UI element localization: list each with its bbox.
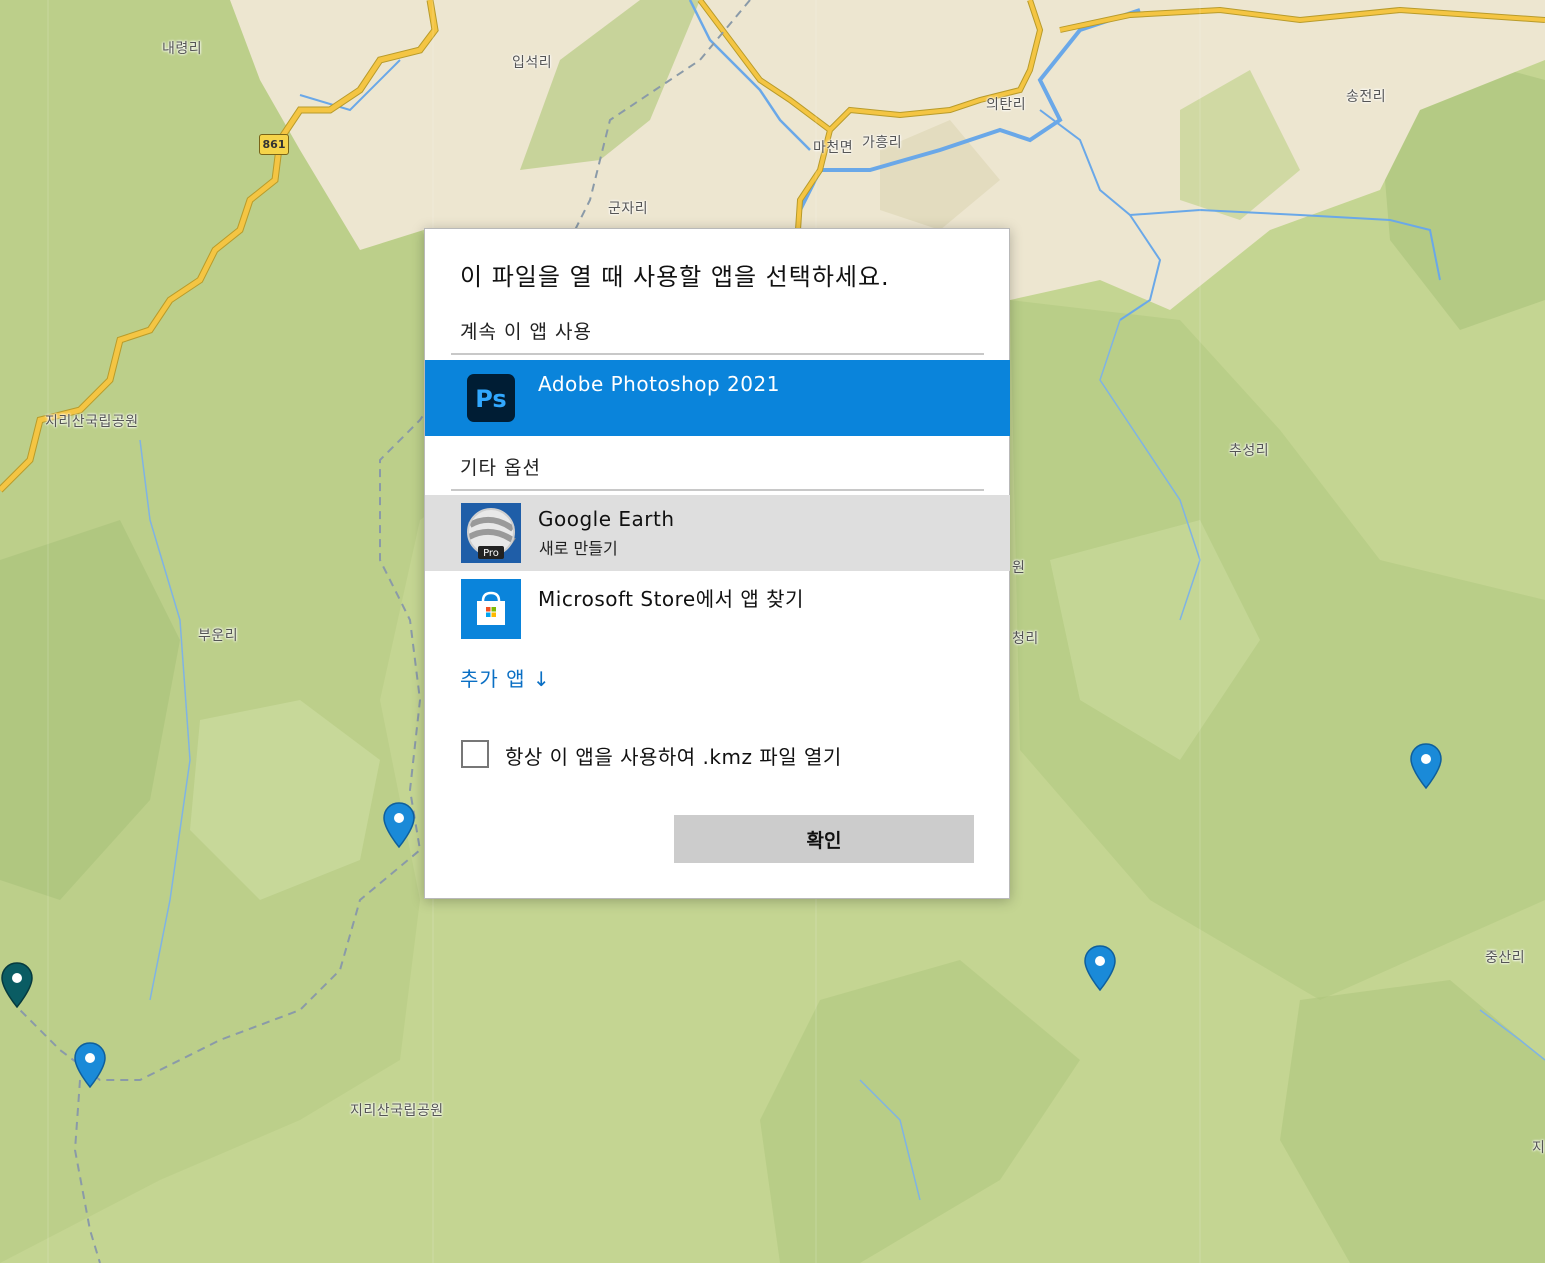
map-label-partial-cheong-ri: 청리	[1012, 631, 1039, 647]
microsoft-store-icon	[461, 579, 521, 639]
map-label-ipseok-ri: 입석리	[512, 55, 553, 71]
other-options-label: 기타 옵션	[460, 457, 541, 479]
map-label-jungsan-ri: 중산리	[1485, 950, 1526, 966]
always-use-checkbox[interactable]	[461, 740, 489, 768]
map-label-buun-ri: 부운리	[198, 628, 239, 644]
map-pin-icon[interactable]	[1083, 944, 1117, 992]
map-label-uitan-ri: 의탄리	[986, 97, 1027, 113]
map-label-edge: 지	[1532, 1140, 1545, 1156]
app-option-photoshop[interactable]: Ps Adobe Photoshop 2021	[425, 360, 1010, 436]
map-label-macheon-myeon: 마천면	[813, 140, 854, 156]
svg-text:Ps: Ps	[475, 385, 506, 413]
svg-text:Pro: Pro	[483, 548, 499, 559]
map-label-chuseong-ri: 추성리	[1229, 443, 1270, 459]
app-name: Google Earth	[538, 507, 675, 531]
map-pin-icon[interactable]	[382, 801, 416, 849]
app-option-google-earth[interactable]: Pro Google Earth 새로 만들기	[425, 495, 1010, 571]
keep-using-label: 계속 이 앱 사용	[460, 321, 592, 343]
map-label-jirisan-park-south: 지리산국립공원	[350, 1103, 444, 1119]
route-861-shield: 861	[259, 134, 289, 155]
map-pin-dark-icon[interactable]	[0, 961, 34, 1009]
map-label-jirisan-park: 지리산국립공원	[45, 414, 139, 430]
map-label-naeryeong-ri: 내령리	[162, 41, 203, 57]
ok-button[interactable]: 확인	[674, 815, 974, 863]
map-pin-icon[interactable]	[1409, 742, 1443, 790]
app-option-microsoft-store[interactable]: Microsoft Store에서 앱 찾기	[425, 571, 1010, 647]
map-label-songjeon-ri: 송전리	[1346, 89, 1387, 105]
google-earth-pro-icon: Pro	[461, 503, 521, 563]
map-label-partial-won: 원	[1012, 560, 1026, 576]
app-name: Microsoft Store에서 앱 찾기	[538, 587, 804, 611]
map-pin-icon[interactable]	[73, 1041, 107, 1089]
always-use-label[interactable]: 항상 이 앱을 사용하여 .kmz 파일 열기	[505, 741, 842, 770]
app-name: Adobe Photoshop 2021	[538, 372, 780, 396]
dialog-title: 이 파일을 열 때 사용할 앱을 선택하세요.	[460, 263, 890, 291]
map-label-gaheung-ri: 가흥리	[862, 135, 903, 151]
photoshop-icon: Ps	[461, 368, 521, 428]
map-label-gunja-ri: 군자리	[608, 201, 649, 217]
section-divider	[451, 489, 984, 491]
open-with-dialog: 이 파일을 열 때 사용할 앱을 선택하세요. 계속 이 앱 사용 Ps Ado…	[424, 228, 1010, 899]
section-divider	[451, 353, 984, 355]
more-apps-link[interactable]: 추가 앱 ↓	[460, 663, 551, 692]
app-subtitle: 새로 만들기	[539, 539, 618, 558]
